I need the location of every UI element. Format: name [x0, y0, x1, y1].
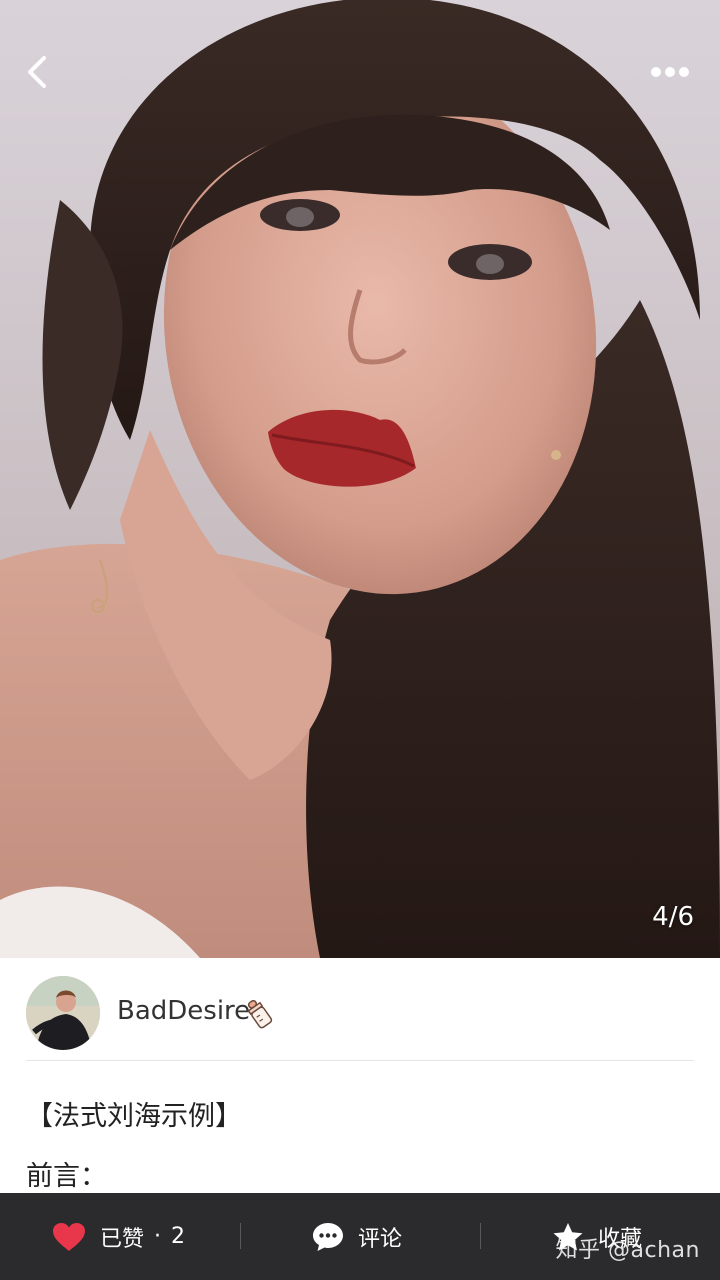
like-count: 2	[171, 1224, 186, 1249]
post-text-line: 前言：	[26, 1161, 107, 1192]
back-button[interactable]	[14, 48, 62, 96]
post-title: 【法式刘海示例】	[26, 1101, 242, 1132]
divider	[240, 1223, 241, 1249]
more-button[interactable]	[640, 52, 700, 92]
photo-image[interactable]: 4/6	[0, 0, 720, 958]
image-counter: 4/6	[652, 902, 694, 932]
author-row: BadDesire	[26, 974, 694, 1061]
comment-label: 评论	[358, 1226, 403, 1252]
comment-button[interactable]: 评论	[312, 1193, 402, 1280]
chevron-left-icon	[28, 56, 46, 88]
baby-bottle-icon	[246, 996, 276, 1030]
like-label: 已赞	[100, 1226, 145, 1252]
avatar[interactable]	[26, 976, 100, 1050]
divider	[480, 1223, 481, 1249]
photo-viewer-page: 4/6 BadDesire 【法式刘海示例】 前言： 已赞 · 2 评论 收藏 …	[0, 0, 720, 1280]
portrait-illustration	[0, 0, 720, 958]
comment-bubble-icon	[313, 1222, 343, 1251]
more-dots-icon	[651, 67, 689, 77]
watermark: 知乎 @achan	[555, 1238, 700, 1263]
like-separator: ·	[154, 1224, 162, 1249]
avatar-image	[26, 976, 100, 1050]
author-name[interactable]: BadDesire	[117, 996, 250, 1026]
heart-icon	[53, 1222, 85, 1251]
like-button[interactable]: 已赞 · 2	[52, 1193, 185, 1280]
